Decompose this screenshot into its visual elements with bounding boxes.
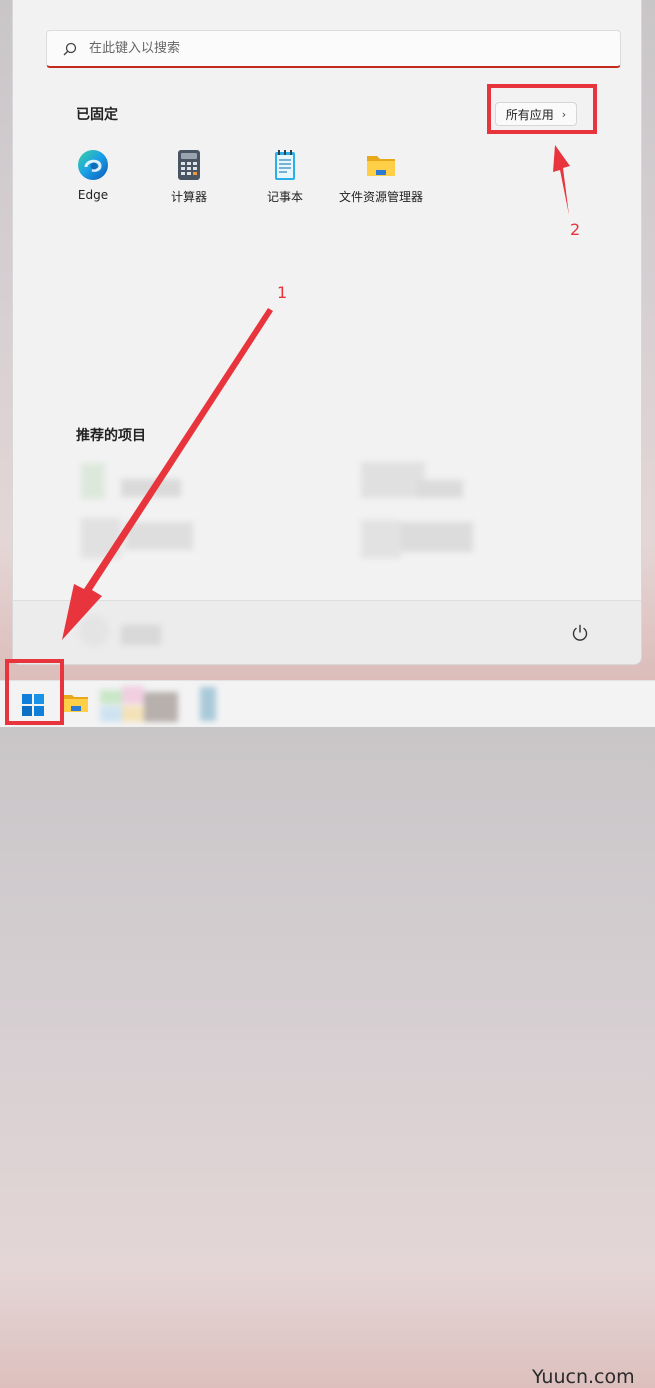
folder-icon — [367, 156, 395, 176]
app-label: 计算器 — [170, 190, 207, 204]
taskbar: Yuucn.com — [0, 680, 655, 1388]
highlight-all-apps — [487, 84, 597, 134]
highlight-start-button — [5, 659, 64, 725]
recommended-item[interactable] — [361, 518, 481, 560]
pinned-app-calculator[interactable]: 计算器 — [141, 148, 237, 205]
notepad-icon — [275, 150, 295, 180]
recommended-item[interactable] — [77, 463, 187, 503]
search-icon — [63, 42, 77, 55]
folder-icon[interactable] — [63, 692, 89, 714]
annotation-label-2: 2 — [570, 220, 581, 239]
start-menu-footer — [13, 601, 641, 664]
search-input[interactable] — [87, 40, 571, 57]
edge-icon — [78, 150, 108, 180]
user-account[interactable] — [79, 611, 189, 651]
pinned-app-notepad[interactable]: 记事本 — [237, 148, 333, 205]
search-box[interactable] — [46, 30, 621, 68]
app-label: 文件资源管理器 — [338, 190, 423, 204]
recommended-item[interactable] — [81, 518, 201, 560]
power-icon[interactable] — [571, 624, 589, 642]
recommended-section-title: 推荐的项目 — [76, 428, 146, 444]
annotation-label-1: 1 — [277, 283, 288, 302]
taskbar-app-icon[interactable] — [100, 686, 180, 724]
pinned-section-title: 已固定 — [76, 107, 118, 123]
pinned-app-edge[interactable]: Edge — [45, 148, 141, 202]
watermark-text: Yuucn.com — [532, 1366, 635, 1388]
pinned-app-file-explorer[interactable]: 文件资源管理器 — [333, 148, 429, 205]
calculator-icon — [178, 150, 200, 180]
app-label: 记事本 — [266, 190, 303, 204]
taskbar-app-icon[interactable] — [196, 687, 222, 723]
recommended-item[interactable] — [361, 462, 471, 502]
app-label: Edge — [77, 188, 109, 202]
